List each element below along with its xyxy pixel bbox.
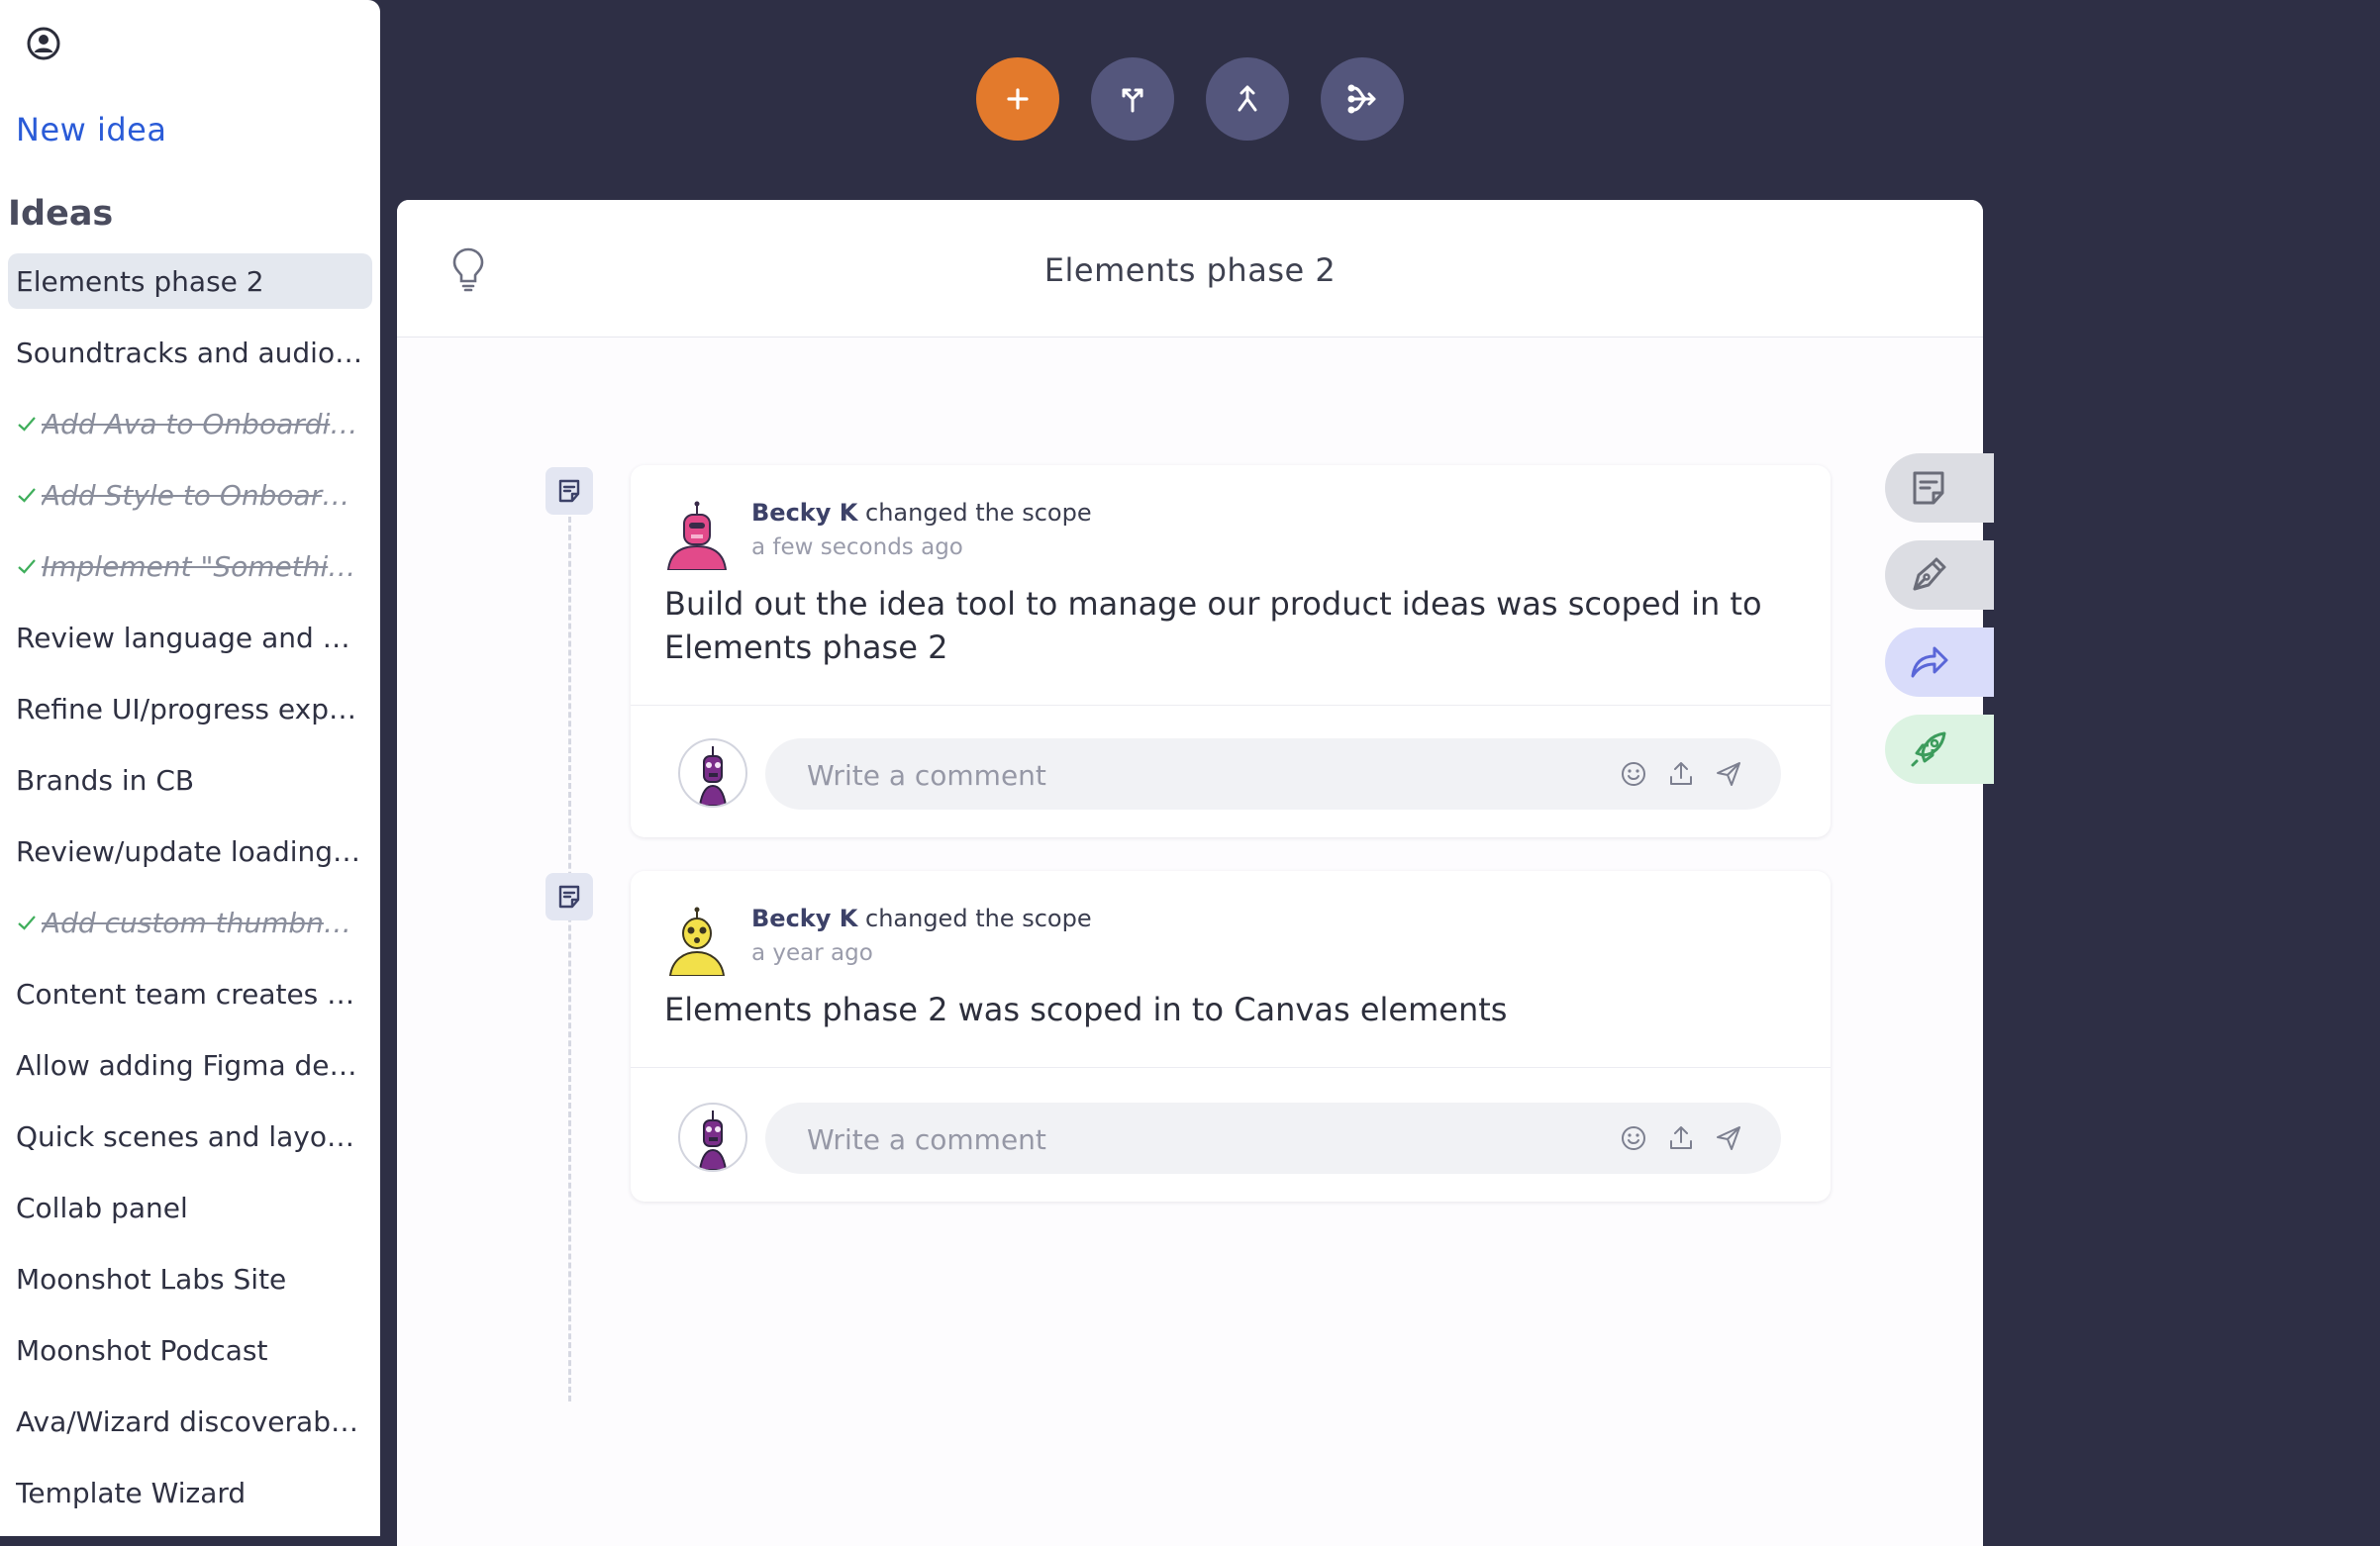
purple-robot-avatar [698, 746, 728, 806]
rocket-icon [1911, 731, 1946, 767]
idea-item-label: Elements phase 2 [16, 264, 264, 298]
activity-user[interactable]: Becky K [751, 905, 857, 932]
merge-icon [1238, 85, 1257, 112]
idea-item-label: Collab panel [16, 1191, 188, 1224]
checkmark-icon [18, 488, 36, 503]
side-tab-share[interactable] [1885, 628, 1994, 697]
idea-item-label: Add Style to Onboardi... [42, 478, 364, 512]
idea-item[interactable]: Moonshot Labs Site [8, 1251, 372, 1306]
idea-item-label: Implement "Somethin... [42, 549, 364, 583]
idea-item[interactable]: Add Ava to Onboarding [8, 396, 372, 451]
idea-item[interactable]: Collab panel [8, 1180, 372, 1235]
idea-item-label: Refine UI/progress expe... [16, 692, 364, 725]
comment-input[interactable] [805, 738, 1581, 812]
idea-item[interactable]: Elements phase 2 [8, 253, 372, 309]
checkmark-icon [18, 417, 36, 432]
idea-item[interactable]: Soundtracks and audio ... [8, 325, 372, 380]
idea-item-label: Allow adding Figma des... [16, 1048, 364, 1082]
plus-icon [1007, 88, 1029, 110]
send-icon[interactable] [1714, 759, 1743, 789]
branch-split-icon [1122, 88, 1143, 113]
note-icon [558, 885, 580, 909]
idea-item-label: Template Wizard [16, 1476, 247, 1509]
idea-item-label: Brands in CB [16, 763, 195, 797]
sidebar: New idea Ideas Elements phase 2 Soundtra… [0, 0, 380, 1536]
share-icon [1911, 646, 1948, 678]
card-divider [631, 1067, 1831, 1068]
activity-card: Becky K changed the scope a year ago Ele… [631, 871, 1831, 1202]
idea-item[interactable]: Add custom thumbna... [8, 895, 372, 950]
idea-item[interactable]: Template Wizard [8, 1465, 372, 1520]
activity-time: a few seconds ago [751, 534, 963, 560]
pink-robot-avatar [666, 501, 728, 570]
idea-item-label: Moonshot Labs Site [16, 1262, 287, 1296]
idea-item[interactable]: Quick scenes and layouts [8, 1109, 372, 1164]
idea-item[interactable]: Moonshot Podcast [8, 1322, 372, 1378]
idea-item-label: Review language and m... [16, 621, 364, 654]
panel-header: Elements phase 2 [397, 200, 1983, 338]
side-tab-notes[interactable] [1885, 453, 1994, 523]
checkmark-icon [18, 916, 36, 930]
activity-body: Elements phase 2 was scoped in to Canvas… [664, 991, 1508, 1028]
side-tab-launch[interactable] [1885, 715, 1994, 784]
comment-input[interactable] [805, 1103, 1581, 1176]
timeline-marker [545, 467, 593, 515]
comment-field [765, 1103, 1781, 1176]
activity-action: changed the scope [865, 905, 1092, 932]
upload-icon[interactable] [1666, 759, 1696, 789]
idea-item-label: Moonshot Podcast [16, 1333, 268, 1367]
emoji-icon[interactable] [1619, 759, 1648, 789]
idea-list: Elements phase 2 Soundtracks and audio .… [8, 253, 372, 1536]
add-button[interactable] [976, 57, 1059, 141]
comment-avatar [678, 1103, 747, 1172]
idea-item-label: Add Ava to Onboarding [42, 407, 364, 440]
idea-item[interactable]: Allow adding Figma des... [8, 1037, 372, 1093]
idea-item[interactable]: Content team creates c... [8, 966, 372, 1021]
idea-item[interactable]: Refine UI/progress expe... [8, 681, 372, 736]
activity-body: Build out the idea tool to manage our pr… [664, 585, 1762, 666]
activity-action: changed the scope [865, 499, 1092, 527]
comment-avatar [678, 738, 747, 808]
split-button[interactable] [1091, 57, 1174, 141]
idea-item-label: Soundtracks and audio ... [16, 336, 364, 369]
activity-meta: Becky K changed the scope [751, 905, 1092, 932]
card-divider [631, 705, 1831, 706]
idea-item-label: Review/update loading ... [16, 834, 364, 868]
ideas-heading: Ideas [8, 194, 114, 234]
timeline-marker [545, 873, 593, 920]
merge-button[interactable] [1206, 57, 1289, 141]
idea-item[interactable]: Brands in CB [8, 752, 372, 808]
pen-icon [1913, 557, 1946, 591]
emoji-icon[interactable] [1619, 1123, 1648, 1153]
note-icon [558, 479, 580, 503]
timeline-line [568, 499, 571, 1401]
user-profile-icon[interactable] [26, 26, 61, 61]
upload-icon[interactable] [1666, 1123, 1696, 1153]
idea-item-label: Content team creates c... [16, 977, 364, 1011]
idea-item[interactable]: Add Style to Onboardi... [8, 467, 372, 523]
activity-user[interactable]: Becky K [751, 499, 857, 527]
activity-time: a year ago [751, 940, 873, 966]
panel-title: Elements phase 2 [1043, 251, 1337, 289]
idea-item[interactable]: Ava/Wizard discoverabil... [8, 1394, 372, 1449]
checkmark-icon [18, 559, 36, 574]
idea-item[interactable]: Review language and m... [8, 610, 372, 665]
idea-item-label: Quick scenes and layouts [16, 1119, 364, 1153]
activity-card: Becky K changed the scope a few seconds … [631, 465, 1831, 837]
send-icon[interactable] [1714, 1123, 1743, 1153]
side-tab-pen[interactable] [1885, 540, 1994, 610]
idea-item[interactable]: Review/update loading ... [8, 823, 372, 879]
new-idea-link[interactable]: New idea [16, 111, 166, 148]
note-icon [1913, 471, 1944, 505]
activity-meta: Becky K changed the scope [751, 499, 1092, 527]
yellow-robot-avatar [668, 907, 726, 976]
branch-button[interactable] [1321, 57, 1404, 141]
branch-tree-icon [1347, 84, 1376, 114]
comment-field [765, 738, 1781, 812]
idea-detail-panel: Elements phase 2 Becky K changed the sco… [397, 200, 1983, 1546]
idea-item-label: Ava/Wizard discoverabil... [16, 1404, 364, 1438]
idea-item[interactable]: Implement "Somethin... [8, 538, 372, 594]
purple-robot-avatar [698, 1111, 728, 1170]
idea-item-label: Add custom thumbna... [42, 906, 364, 939]
